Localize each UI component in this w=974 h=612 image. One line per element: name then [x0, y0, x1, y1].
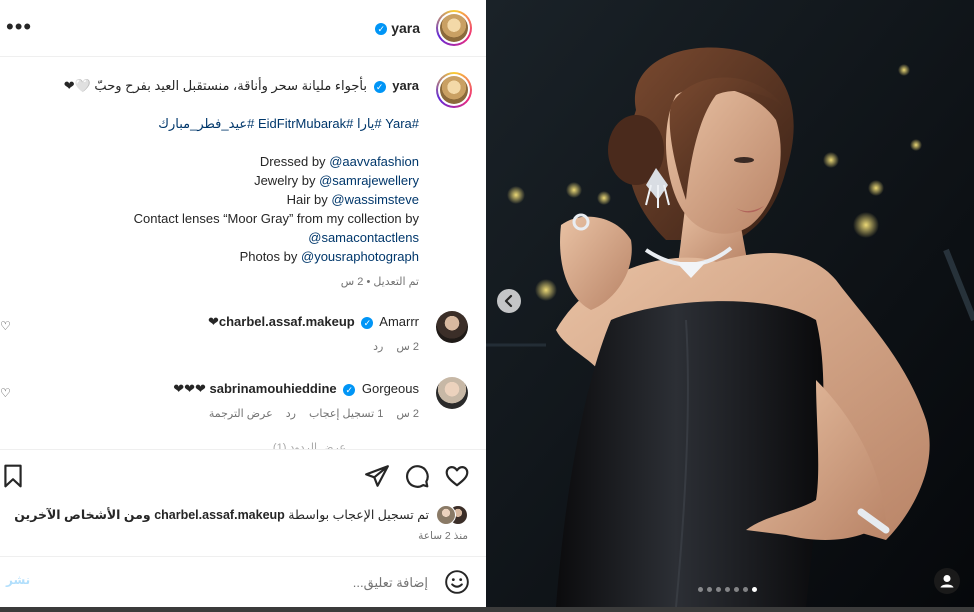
carousel-dot — [734, 587, 739, 592]
credit-line: @samacontactlens — [308, 230, 419, 245]
credit-line: Photos by @yousraphotograph — [239, 249, 419, 264]
comment-meta: 2 س 1 تسجيل إعجاب رد عرض الترجمة — [209, 407, 419, 420]
verified-badge-icon: ✓ — [375, 23, 388, 36]
credit-line: Jewelry by @samrajewellery — [254, 173, 419, 188]
comment-row: sabrinamouhieddine ✓ Gorgeous ❤❤❤ — [173, 381, 419, 397]
comment-time: 2 س — [396, 341, 419, 353]
caption-hashtags[interactable]: #Yara #يارا #EidFitrMubarak #عيد_فطر_مبا… — [158, 116, 419, 132]
carousel-dot — [743, 587, 748, 592]
comments-scroll-area[interactable]: yara ✓ بأجواء مليانة سحر وأناقة، منستقبل… — [0, 57, 486, 449]
caption-first-line: yara ✓ بأجواء مليانة سحر وأناقة، منستقبل… — [64, 78, 419, 94]
mention-link[interactable]: @samrajewellery — [319, 173, 419, 188]
post-photo-image — [486, 0, 974, 607]
tagged-users-button[interactable] — [934, 568, 960, 594]
comment-like-heart-icon[interactable]: ♡ — [0, 319, 11, 333]
post-media[interactable] — [486, 0, 974, 607]
add-comment-input[interactable] — [96, 569, 430, 595]
credit-line: Dressed by @aavvafashion — [259, 154, 419, 169]
comment-like-heart-icon[interactable]: ♡ — [0, 386, 11, 400]
user-tag-icon — [940, 575, 954, 588]
comment-meta: 2 س رد — [373, 340, 419, 353]
window-bottom-edge — [0, 607, 974, 612]
verified-badge-icon: ✓ — [373, 80, 386, 93]
reply-button[interactable]: رد — [373, 341, 383, 353]
carousel-dot — [725, 587, 730, 592]
share-send-icon[interactable] — [364, 463, 390, 489]
author-username[interactable]: yara — [391, 20, 420, 36]
chevron-left-icon — [504, 294, 513, 308]
view-replies-button[interactable]: عرض الردود (1) — [273, 441, 346, 449]
liked-by-username[interactable]: charbel.assaf.makeup — [154, 508, 285, 522]
caption-author-avatar[interactable] — [436, 72, 472, 108]
mention-link[interactable]: @samacontactlens — [308, 230, 419, 245]
liked-by-others-link[interactable]: ومن الأشخاص الآخرين — [14, 508, 150, 522]
carousel-dot — [707, 587, 712, 592]
commenter-avatar[interactable] — [436, 377, 468, 409]
carousel-dot — [752, 587, 757, 592]
emoji-icon[interactable] — [444, 569, 470, 595]
more-options-icon[interactable]: ••• — [6, 14, 32, 40]
mention-link[interactable]: @wassimsteve — [331, 192, 419, 207]
commenter-username[interactable]: sabrinamouhieddine — [210, 381, 337, 396]
post-details-panel: ✓ yara ••• yara ✓ بأجواء مليانة سحر وأنا… — [0, 0, 486, 607]
comment-bubble-icon[interactable] — [404, 463, 430, 489]
post-comment-button[interactable]: نشر — [6, 573, 30, 587]
author-username-row[interactable]: ✓ yara — [375, 20, 420, 36]
liked-by-avatars[interactable] — [432, 505, 468, 525]
post-header: ✓ yara ••• — [0, 0, 486, 57]
caption-username[interactable]: yara — [392, 78, 419, 93]
like-heart-icon[interactable] — [444, 463, 470, 489]
carousel-previous-button[interactable] — [497, 289, 521, 313]
caption-edited-meta: تم التعديل • 2 س — [340, 276, 419, 288]
caption-text: بأجواء مليانة سحر وأناقة، منستقبل العيد … — [63, 78, 367, 93]
commenter-avatar[interactable] — [436, 311, 468, 343]
add-comment-bar: نشر — [0, 556, 486, 608]
credit-line: Hair by @wassimsteve — [286, 192, 419, 207]
reply-button[interactable]: رد — [286, 408, 296, 420]
comment-row: charbel.assaf.makeup ✓ Amarrr❤ — [208, 314, 419, 330]
post-actions: تم تسجيل الإعجاب بواسطة charbel.assaf.ma… — [0, 449, 486, 557]
verified-badge-icon: ✓ — [361, 316, 374, 329]
mention-link[interactable]: @aavvafashion — [329, 154, 419, 169]
commenter-username[interactable]: charbel.assaf.makeup — [219, 314, 355, 329]
credit-line: Contact lenses “Moor Gray” from my colle… — [133, 211, 419, 226]
translate-button[interactable]: عرض الترجمة — [209, 408, 273, 420]
mention-link[interactable]: @yousraphotograph — [301, 249, 419, 264]
verified-badge-icon: ✓ — [343, 383, 356, 396]
author-avatar[interactable] — [436, 10, 472, 46]
carousel-dot — [716, 587, 721, 592]
comment-time: 2 س — [396, 408, 419, 420]
save-bookmark-icon[interactable] — [0, 463, 26, 489]
post-timestamp[interactable]: منذ 2 ساعة — [418, 530, 468, 542]
comment-likes-count[interactable]: 1 تسجيل إعجاب — [309, 408, 383, 420]
carousel-dot — [698, 587, 703, 592]
liked-by-line: تم تسجيل الإعجاب بواسطة charbel.assaf.ma… — [14, 508, 429, 522]
